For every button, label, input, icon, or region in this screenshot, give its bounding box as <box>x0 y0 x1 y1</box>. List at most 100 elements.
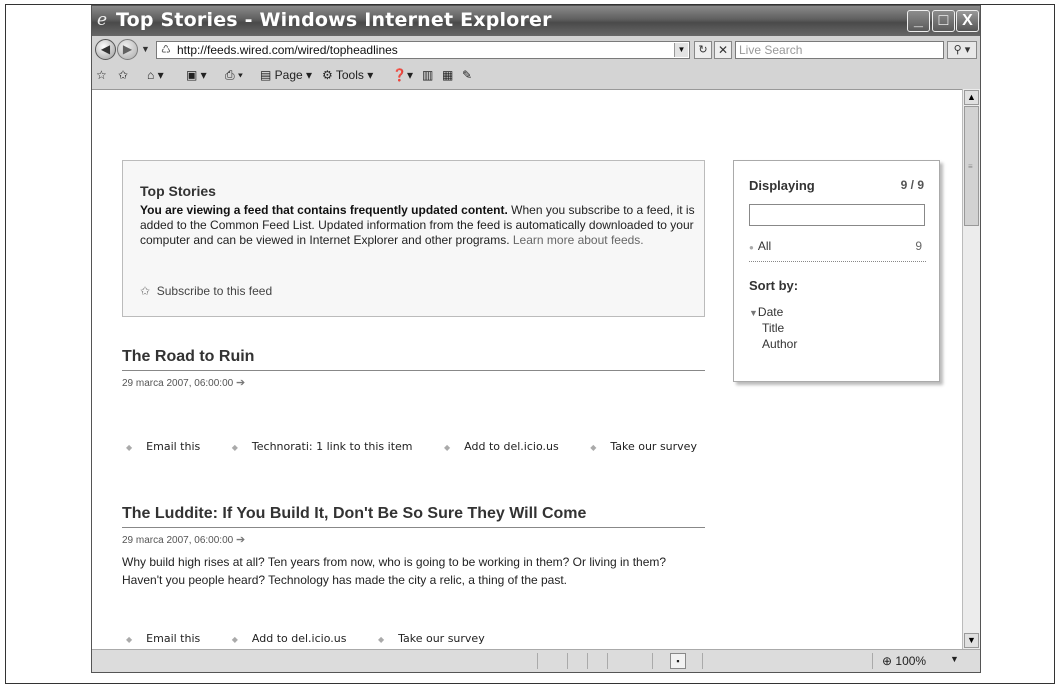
home-icon[interactable]: ⌂ ▾ <box>147 68 164 82</box>
blog-icon[interactable]: ✎ <box>462 68 472 82</box>
scroll-thumb[interactable]: ≡ <box>964 106 979 226</box>
maximize-button[interactable]: □ <box>932 10 955 32</box>
email-this-link[interactable]: ◆ Email this <box>126 632 214 645</box>
sort-date[interactable]: ▼Date <box>749 305 783 319</box>
subscribe-link[interactable]: ✩ Subscribe to this feed <box>140 284 272 298</box>
article-rule <box>122 370 705 371</box>
recent-pages-dropdown[interactable]: ▼ <box>141 44 150 54</box>
arrow-right-icon[interactable]: ➔ <box>236 534 245 546</box>
status-divider <box>567 653 568 669</box>
address-dropdown-icon[interactable]: ▼ <box>674 43 688 57</box>
survey-label: Take our survey <box>610 440 697 453</box>
survey-link[interactable]: ◆ Take our survey <box>378 632 499 645</box>
status-divider <box>702 653 703 669</box>
protected-mode-icon[interactable]: ▪ <box>670 653 686 669</box>
delicious-link[interactable]: ◆ Add to del.icio.us <box>444 440 573 453</box>
filter-all[interactable]: ● All <box>749 239 771 253</box>
zoom-dropdown-icon[interactable]: ▼ <box>950 654 959 664</box>
technorati-link[interactable]: ◆ Technorati: 1 link to this item <box>232 440 427 453</box>
back-button[interactable]: ◀ <box>95 39 116 60</box>
diamond-icon: ◆ <box>231 443 238 452</box>
article-date: 29 marca 2007, 06:00:00 ➔ <box>122 376 245 389</box>
sort-by-label: Sort by: <box>749 278 799 293</box>
zoom-icon: ⊕ <box>882 654 893 668</box>
email-this-link[interactable]: ◆ Email this <box>126 440 214 453</box>
diamond-icon: ◆ <box>377 635 385 644</box>
print-icon[interactable]: ⎙ ▾ <box>225 68 243 83</box>
scroll-down-icon[interactable]: ▼ <box>964 633 979 648</box>
article-actions: ◆ Email this ◆ Add to del.icio.us ◆ Take ou… <box>126 632 513 645</box>
search-input[interactable]: Live Search <box>735 41 944 59</box>
article-body: Why build high rises at all? Ten years f… <box>122 555 667 587</box>
feed-sidebar: Displaying 9 / 9 ● All 9 Sort by: ▼Date T… <box>733 160 940 382</box>
title-bar[interactable]: e Top Stories - Windows Internet Explore… <box>92 6 980 36</box>
arrow-right-icon[interactable]: ➔ <box>236 377 245 389</box>
page-menu-label: Page <box>274 68 303 82</box>
filter-all-count: 9 <box>915 239 922 253</box>
page-content: Top Stories You are viewing a feed that … <box>92 89 962 650</box>
survey-link[interactable]: ◆ Take our survey <box>590 440 711 453</box>
research-icon[interactable]: ▥ <box>422 68 433 82</box>
diamond-icon: ◆ <box>126 443 133 452</box>
delicious-label: Add to del.icio.us <box>464 440 559 453</box>
tools-menu[interactable]: ⚙ Tools ▾ <box>322 68 373 82</box>
minimize-button[interactable]: _ <box>907 10 930 32</box>
feed-heading: Top Stories <box>140 183 216 199</box>
help-icon[interactable]: ❓▾ <box>392 68 413 82</box>
diamond-icon: ◆ <box>444 443 451 452</box>
add-favorites-icon[interactable]: ✩ <box>118 68 128 82</box>
feeds-icon[interactable]: ▣ ▾ <box>186 68 207 82</box>
learn-more-link[interactable]: Learn more about feeds. <box>513 233 644 247</box>
article-date-text: 29 marca 2007, 06:00:00 <box>122 535 234 546</box>
address-url: http://feeds.wired.com/wired/topheadline… <box>177 43 398 57</box>
stop-icon[interactable]: ✕ <box>714 41 732 59</box>
delicious-link[interactable]: ◆ Add to del.icio.us <box>232 632 361 645</box>
diamond-icon: ◆ <box>231 635 238 644</box>
ie-logo-icon: e <box>97 10 108 30</box>
browser-window: e Top Stories - Windows Internet Explore… <box>91 5 981 673</box>
address-field[interactable]: ♺ http://feeds.wired.com/wired/topheadli… <box>156 41 690 59</box>
article-title[interactable]: The Luddite: If You Build It, Don't Be S… <box>122 505 586 523</box>
page-menu[interactable]: ▤ Page ▾ <box>260 68 312 82</box>
status-bar: ▪ ⊕ 100% ▼ <box>92 649 980 672</box>
forward-button[interactable]: ▶ <box>117 39 138 60</box>
displaying-count: 9 / 9 <box>900 178 924 192</box>
window-title: Top Stories - Windows Internet Explorer <box>116 9 552 31</box>
diamond-icon: ◆ <box>126 635 133 644</box>
technorati-label: Technorati: 1 link to this item <box>251 440 413 453</box>
feed-info-box: Top Stories You are viewing a feed that … <box>122 160 705 317</box>
grip-icon: ≡ <box>968 162 973 171</box>
scroll-up-icon[interactable]: ▲ <box>964 90 979 105</box>
refresh-icon[interactable]: ↻ <box>694 41 712 59</box>
survey-label: Take our survey <box>398 632 485 645</box>
feed-bold-text: You are viewing a feed that contains fre… <box>140 203 508 217</box>
filter-input[interactable] <box>749 204 925 226</box>
article-actions: ◆ Email this ◆ Technorati: 1 link to this … <box>126 440 725 453</box>
status-divider <box>872 653 873 669</box>
email-this-label: Email this <box>146 440 201 453</box>
sort-title[interactable]: Title <box>762 321 784 335</box>
zoom-value: 100% <box>895 654 927 668</box>
email-this-label: Email this <box>146 632 201 645</box>
search-button[interactable]: ⚲ ▾ <box>947 41 977 59</box>
article-rule <box>122 527 705 528</box>
status-divider <box>652 653 653 669</box>
subscribe-icon: ✩ <box>140 284 151 298</box>
vertical-scrollbar[interactable]: ▲ ≡ ▼ <box>962 89 980 649</box>
divider <box>749 261 926 262</box>
messenger-icon[interactable]: ▦ <box>442 68 453 82</box>
close-button[interactable]: X <box>956 10 979 32</box>
status-divider <box>607 653 608 669</box>
favorites-star-icon[interactable]: ☆ <box>96 68 107 82</box>
feed-description: You are viewing a feed that contains fre… <box>140 203 700 248</box>
status-divider <box>587 653 588 669</box>
article-title[interactable]: The Road to Ruin <box>122 348 254 366</box>
diamond-icon: ◆ <box>590 443 597 452</box>
sort-author[interactable]: Author <box>762 337 797 351</box>
page-icon: ♺ <box>161 44 171 56</box>
delicious-label: Add to del.icio.us <box>251 632 347 645</box>
article-date: 29 marca 2007, 06:00:00 ➔ <box>122 533 245 546</box>
status-divider <box>537 653 538 669</box>
zoom-level[interactable]: ⊕ 100% <box>882 654 926 668</box>
article-date-text: 29 marca 2007, 06:00:00 <box>122 378 234 389</box>
